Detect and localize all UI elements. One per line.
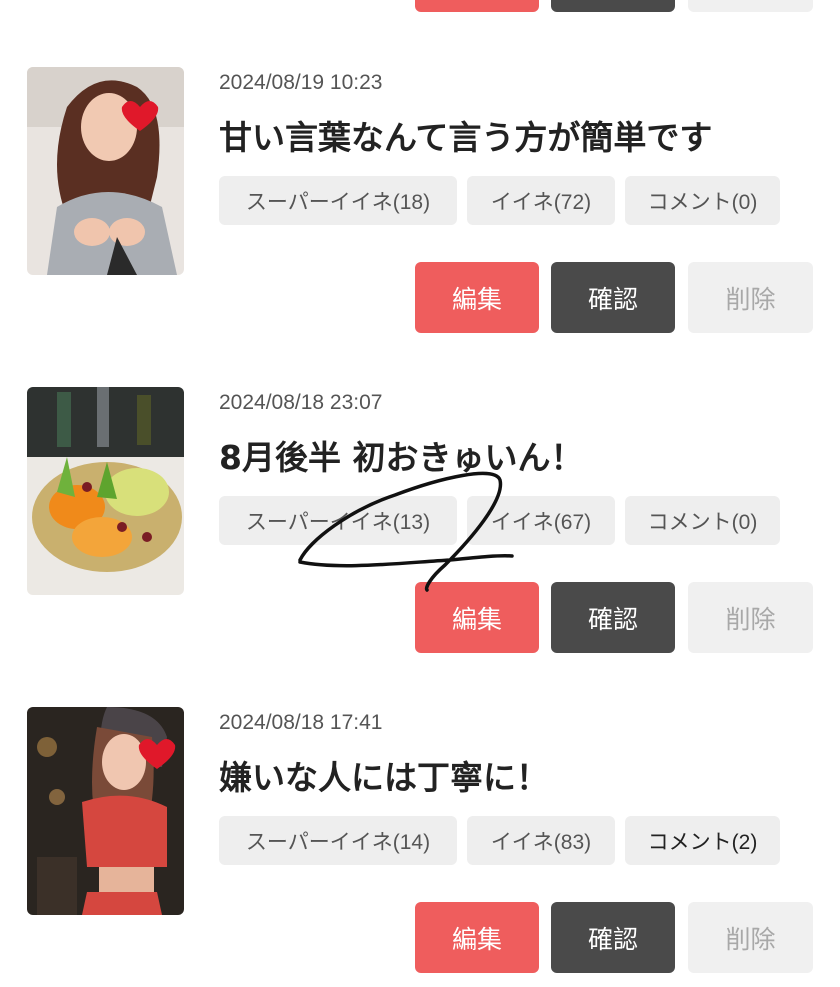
like-count[interactable]: イイネ(72) [467,176,615,225]
post-thumbnail[interactable] [27,387,184,595]
delete-button[interactable]: 削除 [688,582,813,653]
edit-button[interactable]: 編集 [415,582,539,653]
confirm-button[interactable]: 確認 [551,262,675,333]
like-count[interactable]: イイネ(83) [467,816,615,865]
delete-button-previous[interactable] [688,0,813,12]
comment-count[interactable]: コメント(0) [625,176,780,225]
confirm-button-previous[interactable] [551,0,675,12]
post-title[interactable]: 嫌いな人には丁寧に！ [219,751,549,799]
edit-button-previous[interactable] [415,0,539,12]
post-item: 2024/08/18 17:41 嫌いな人には丁寧に！ スーパーイイネ(14) … [0,707,840,987]
like-count[interactable]: イイネ(67) [467,496,615,545]
post-date: 2024/08/18 23:07 [219,391,383,414]
confirm-button[interactable]: 確認 [551,582,675,653]
confirm-button[interactable]: 確認 [551,902,675,973]
super-like-count[interactable]: スーパーイイネ(13) [219,496,457,545]
post-item: 2024/08/19 10:23 甘い言葉なんて言う方が簡単です スーパーイイネ… [0,67,840,347]
post-thumbnail[interactable] [27,707,184,915]
delete-button[interactable]: 削除 [688,262,813,333]
post-item: 2024/08/18 23:07 8月後半 初おきゅいん！ スーパーイイネ(13… [0,387,840,667]
super-like-count[interactable]: スーパーイイネ(14) [219,816,457,865]
post-title[interactable]: 甘い言葉なんて言う方が簡単です [219,111,712,159]
post-date: 2024/08/18 17:41 [219,711,383,734]
delete-button[interactable]: 削除 [688,902,813,973]
edit-button[interactable]: 編集 [415,902,539,973]
post-thumbnail[interactable] [27,67,184,275]
post-title[interactable]: 8月後半 初おきゅいん！ [219,431,583,479]
comment-count[interactable]: コメント(0) [625,496,780,545]
super-like-count[interactable]: スーパーイイネ(18) [219,176,457,225]
post-date: 2024/08/19 10:23 [219,71,383,94]
comment-count[interactable]: コメント(2) [625,816,780,865]
edit-button[interactable]: 編集 [415,262,539,333]
